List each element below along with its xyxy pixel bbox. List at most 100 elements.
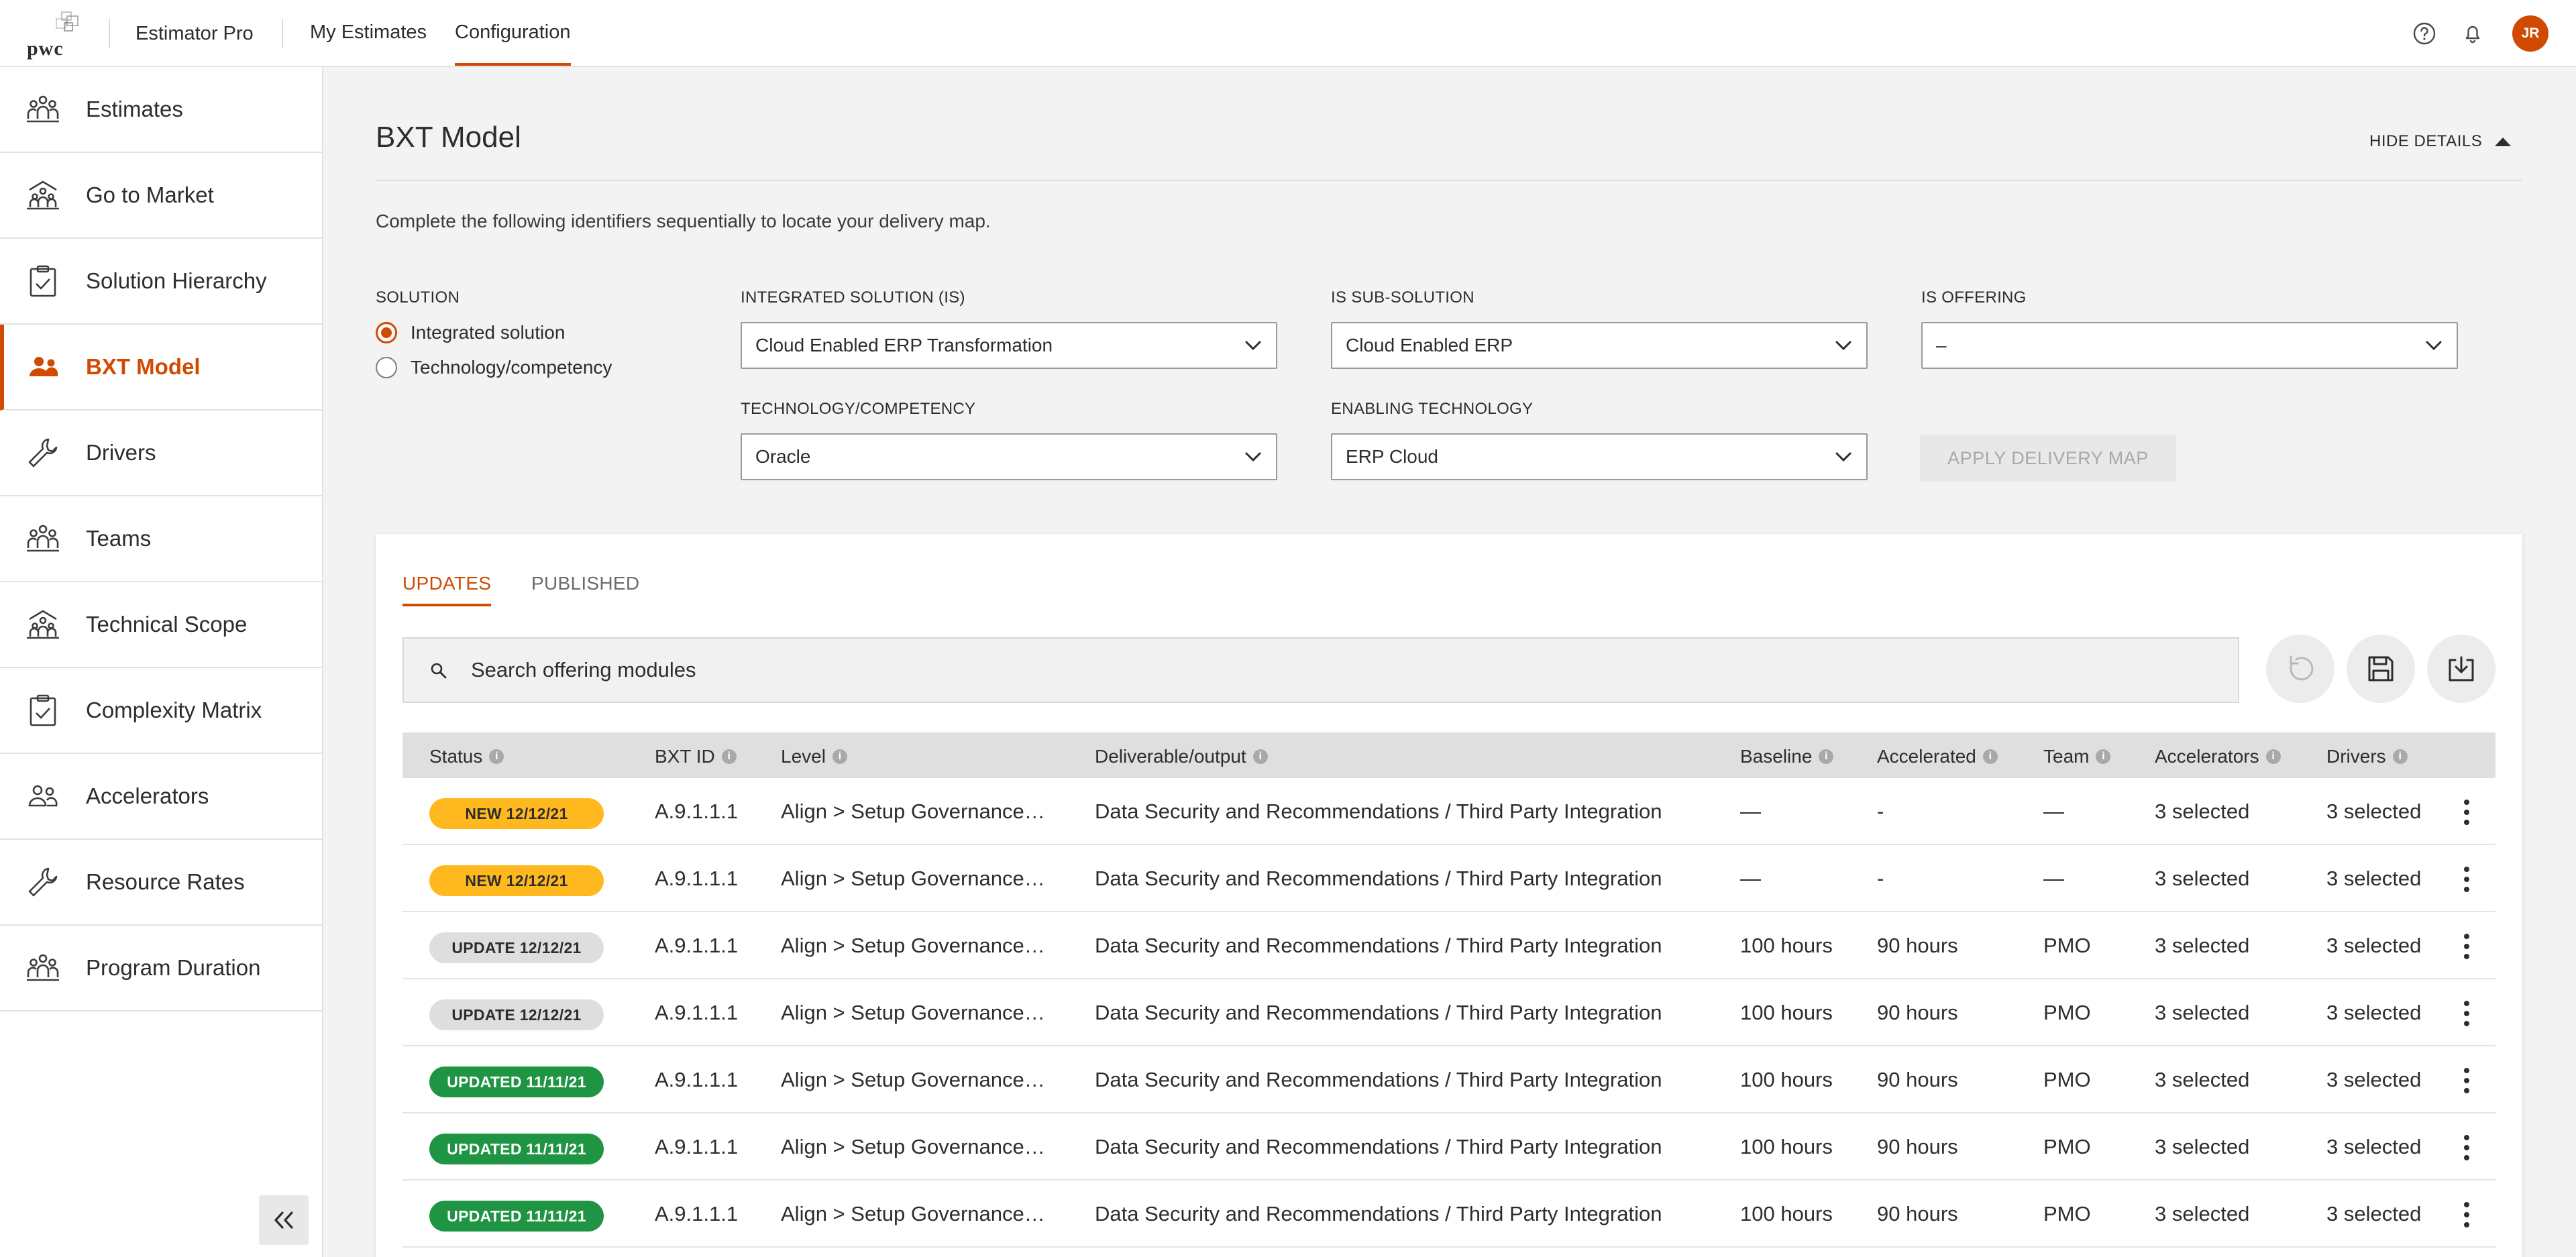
nav-tab-configuration[interactable]: Configuration <box>455 21 571 66</box>
radio-label: Technology/competency <box>411 357 612 378</box>
column-header-baseline[interactable]: Baseline i <box>1740 746 1834 767</box>
radio-button-selected[interactable] <box>376 322 397 343</box>
column-header-accelerated[interactable]: Accelerated i <box>1877 746 1998 767</box>
info-icon[interactable]: i <box>1819 749 1834 764</box>
level-cell: Align > Setup Governance… <box>781 1135 1045 1158</box>
level-cell: Align > Setup Governance… <box>781 934 1045 957</box>
tab-updates[interactable]: UPDATES <box>402 573 492 606</box>
table-row[interactable]: UPDATED 11/11/21 A.9.1.1.1 Align > Setup… <box>402 1046 2496 1113</box>
sidebar-item-label: Program Duration <box>86 955 261 980</box>
chevron-down-icon <box>1245 341 1261 351</box>
baseline-cell: — <box>1740 867 1761 890</box>
logo-text: pwc <box>27 38 64 60</box>
search-input[interactable] <box>471 653 2215 687</box>
level-cell: Align > Setup Governance… <box>781 1068 1045 1091</box>
bxt-id-cell: A.9.1.1.1 <box>655 934 739 957</box>
sidebar-item-solution-hierarchy[interactable]: Solution Hierarchy <box>0 239 322 325</box>
save-button[interactable] <box>2347 635 2415 703</box>
column-header-accelerators[interactable]: Accelerators i <box>2155 746 2281 767</box>
table-row[interactable]: UPDATE 12/12/21 A.9.1.1.1 Align > Setup … <box>402 979 2496 1046</box>
sidebar-item-drivers[interactable]: Drivers <box>0 411 322 496</box>
user-avatar[interactable]: JR <box>2512 15 2548 52</box>
sidebar-item-label: Go to Market <box>86 182 214 207</box>
column-header-status[interactable]: Status i <box>429 746 504 767</box>
info-icon[interactable]: i <box>721 749 737 764</box>
search-bar <box>402 637 2239 703</box>
refresh-button[interactable] <box>2266 635 2334 703</box>
more-options-icon[interactable] <box>2457 931 2477 962</box>
more-options-icon[interactable] <box>2457 864 2477 895</box>
deliverable-cell: Data Security and Recommendations / Thir… <box>1095 800 1662 823</box>
table-header: Status i BXT ID i Level i Deliverable/outpu… <box>402 732 2496 778</box>
is-sub-solution-select[interactable]: Cloud Enabled ERP <box>1331 322 1868 369</box>
info-icon[interactable]: i <box>1982 749 1998 764</box>
solution-label: SOLUTION <box>376 288 460 307</box>
column-header-level[interactable]: Level i <box>781 746 847 767</box>
sidebar-item-teams[interactable]: Teams <box>0 496 322 582</box>
sidebar-item-label: Drivers <box>86 440 156 465</box>
radio-integrated-solution[interactable]: Integrated solution <box>376 322 565 343</box>
table-row[interactable]: UPDATED 11/11/21 A.9.1.1.1 Align > Setup… <box>402 1181 2496 1248</box>
drivers-cell: 3 selected <box>2326 867 2422 890</box>
info-icon[interactable]: i <box>2392 749 2408 764</box>
status-badge: UPDATE 12/12/21 <box>429 999 604 1030</box>
help-icon[interactable] <box>2411 20 2438 47</box>
column-header-drivers[interactable]: Drivers i <box>2326 746 2408 767</box>
sidebar-item-go-to-market[interactable]: Go to Market <box>0 153 322 239</box>
is-offering-select[interactable]: – <box>1921 322 2458 369</box>
radio-button[interactable] <box>376 357 397 378</box>
download-button[interactable] <box>2427 635 2496 703</box>
column-header-bxt-id[interactable]: BXT ID i <box>655 746 737 767</box>
info-icon[interactable]: i <box>2265 749 2281 764</box>
info-icon[interactable]: i <box>489 749 504 764</box>
divider <box>282 19 283 48</box>
pwc-logo[interactable]: pwc <box>25 9 82 60</box>
column-header-label: Accelerators <box>2155 746 2259 767</box>
info-icon[interactable]: i <box>2096 749 2111 764</box>
hide-details-toggle[interactable]: HIDE DETAILS <box>2369 132 2512 151</box>
integrated-solution-select[interactable]: Cloud Enabled ERP Transformation <box>741 322 1277 369</box>
column-header-team[interactable]: Team i <box>2043 746 2111 767</box>
column-header-label: Accelerated <box>1877 746 1976 767</box>
info-icon[interactable]: i <box>1252 749 1268 764</box>
more-options-icon[interactable] <box>2457 998 2477 1029</box>
sidebar-item-technical-scope[interactable]: Technical Scope <box>0 582 322 668</box>
column-header-label: Baseline <box>1740 746 1813 767</box>
bxt-id-cell: A.9.1.1.1 <box>655 867 739 890</box>
table-row[interactable]: UPDATED 11/11/21 A.9.1.1.1 Align > Setup… <box>402 1113 2496 1181</box>
tab-published[interactable]: PUBLISHED <box>531 573 639 594</box>
technology-competency-select[interactable]: Oracle <box>741 433 1277 480</box>
sidebar-item-resource-rates[interactable]: Resource Rates <box>0 840 322 926</box>
accelerators-cell: 3 selected <box>2155 867 2250 890</box>
column-header-label: Deliverable/output <box>1095 746 1246 767</box>
sidebar-item-program-duration[interactable]: Program Duration <box>0 926 322 1012</box>
table-row[interactable]: NEW 12/12/21 A.9.1.1.1 Align > Setup Gov… <box>402 778 2496 845</box>
more-options-icon[interactable] <box>2457 797 2477 828</box>
more-options-icon[interactable] <box>2457 1199 2477 1230</box>
hide-details-label: HIDE DETAILS <box>2369 132 2483 150</box>
select-value: ERP Cloud <box>1346 446 1439 467</box>
apply-delivery-map-button[interactable]: APPLY DELIVERY MAP <box>1920 435 2176 482</box>
column-header-deliverable[interactable]: Deliverable/output i <box>1095 746 1268 767</box>
table-row[interactable]: NEW 12/12/21 A.9.1.1.1 Align > Setup Gov… <box>402 845 2496 912</box>
people-icon <box>30 357 58 376</box>
deliverable-cell: Data Security and Recommendations / Thir… <box>1095 1135 1662 1158</box>
drivers-cell: 3 selected <box>2326 934 2422 957</box>
table-row[interactable]: UPDATE 12/12/21 A.9.1.1.1 Align > Setup … <box>402 912 2496 979</box>
collapse-sidebar-button[interactable] <box>259 1195 309 1245</box>
sidebar-item-bxt-model[interactable]: BXT Model <box>0 325 322 411</box>
bell-icon[interactable] <box>2459 20 2486 47</box>
more-options-icon[interactable] <box>2457 1132 2477 1163</box>
radio-technology-competency[interactable]: Technology/competency <box>376 357 612 378</box>
team-cell: PMO <box>2043 1135 2091 1158</box>
more-options-icon[interactable] <box>2457 1065 2477 1096</box>
select-value: Oracle <box>755 446 811 467</box>
sidebar-item-accelerators[interactable]: Accelerators <box>0 754 322 840</box>
info-icon[interactable]: i <box>832 749 847 764</box>
enabling-technology-select[interactable]: ERP Cloud <box>1331 433 1868 480</box>
accelerated-cell: 90 hours <box>1877 1001 1958 1024</box>
modules-card: UPDATES PUBLISHED Statusi BXT IDi Leveli… <box>376 534 2522 1257</box>
sidebar-item-estimates[interactable]: Estimates <box>0 67 322 153</box>
sidebar-item-complexity-matrix[interactable]: Complexity Matrix <box>0 668 322 754</box>
nav-tab-my-estimates[interactable]: My Estimates <box>310 21 427 44</box>
